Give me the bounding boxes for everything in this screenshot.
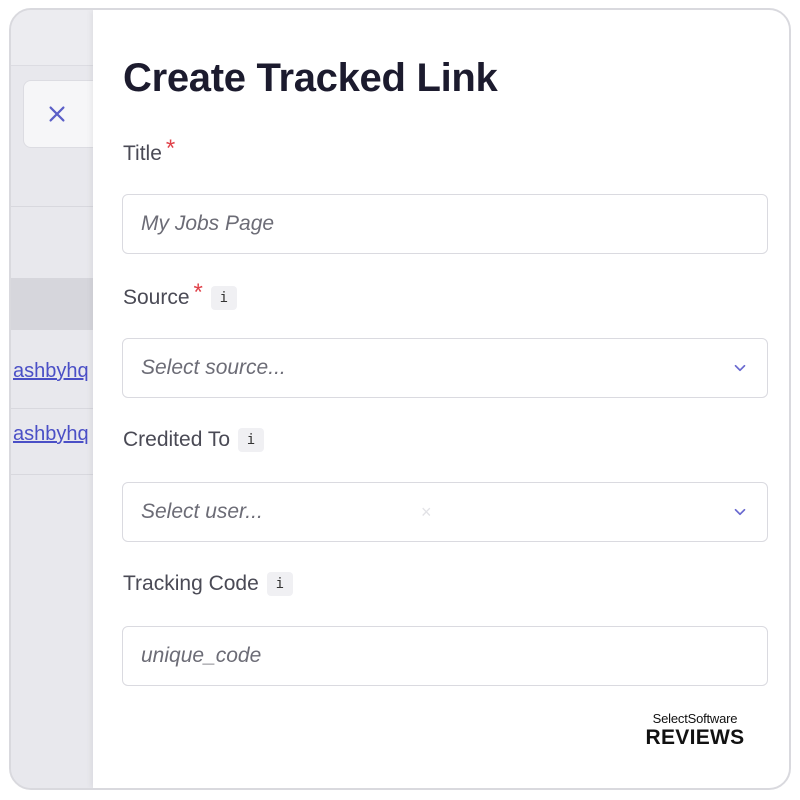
background-link[interactable]: ashbyhq <box>13 423 93 446</box>
drawer-title: Create Tracked Link <box>123 56 498 100</box>
info-icon[interactable]: i <box>238 428 265 452</box>
title-placeholder: My Jobs Page <box>141 212 275 235</box>
screenshot-frame: ashbyhq ashbyhq Create Tracked Link Titl… <box>9 8 791 790</box>
chevron-down-icon <box>734 364 746 372</box>
title-label: Title * <box>123 135 175 168</box>
chevron-down-icon <box>734 508 746 516</box>
credited-to-label-text: Credited To <box>123 428 231 451</box>
info-icon[interactable]: i <box>210 286 237 310</box>
watermark-top: SelectSoftware <box>652 711 738 726</box>
credited-to-label: Credited To i <box>123 428 265 452</box>
close-icon <box>49 106 65 122</box>
watermark-logo: SelectSoftware REVIEWS <box>640 712 750 748</box>
background-link[interactable]: ashbyhq <box>13 360 93 383</box>
tracking-code-label-text: Tracking Code <box>123 572 259 595</box>
clear-icon[interactable]: × <box>421 502 701 523</box>
title-label-text: Title <box>123 142 162 165</box>
source-label: Source * i <box>123 279 237 312</box>
source-label-text: Source <box>123 286 190 309</box>
source-select[interactable]: Select source... <box>122 338 768 398</box>
source-placeholder: Select source... <box>141 356 286 379</box>
credited-to-placeholder: Select user... <box>141 500 263 523</box>
tracking-code-input[interactable]: unique_code <box>122 626 768 686</box>
create-tracked-link-drawer: Create Tracked Link Title * My Jobs Page… <box>93 10 789 788</box>
info-icon[interactable]: i <box>266 572 293 596</box>
required-marker: * <box>193 279 203 306</box>
tracking-code-label: Tracking Code i <box>123 572 293 596</box>
tracking-code-placeholder: unique_code <box>141 644 262 667</box>
required-marker: * <box>165 135 176 162</box>
credited-to-select[interactable]: Select user... × <box>122 482 768 542</box>
watermark-bottom: REVIEWS <box>645 726 745 749</box>
title-input[interactable]: My Jobs Page <box>122 194 768 254</box>
